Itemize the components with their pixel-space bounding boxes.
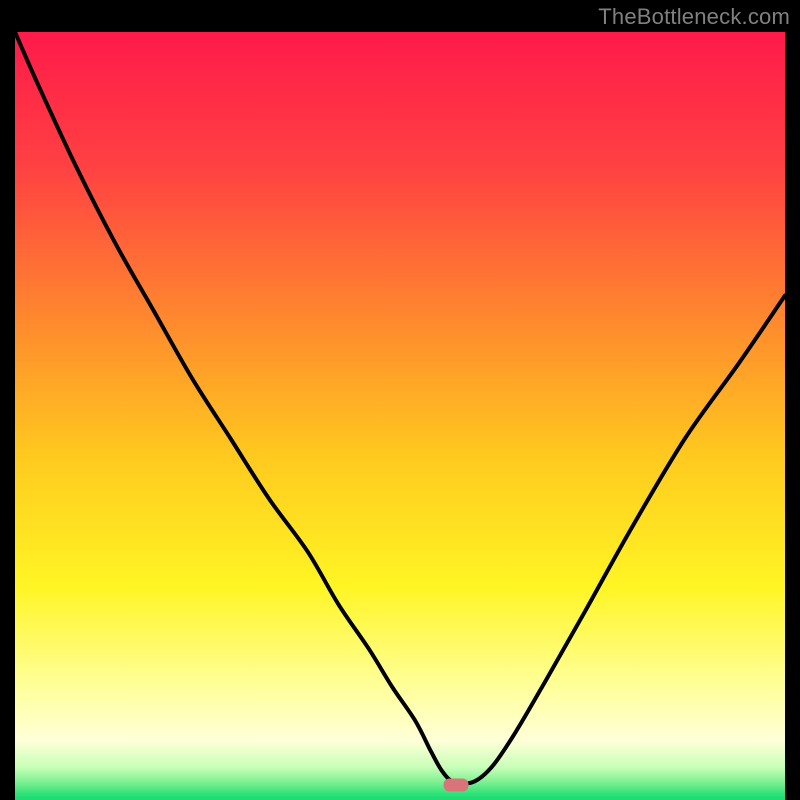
bottleneck-marker [444, 779, 469, 792]
watermark-text: TheBottleneck.com [598, 4, 790, 30]
bottleneck-curve [15, 32, 785, 785]
chart-frame: TheBottleneck.com [0, 0, 800, 800]
plot-area [15, 32, 785, 785]
